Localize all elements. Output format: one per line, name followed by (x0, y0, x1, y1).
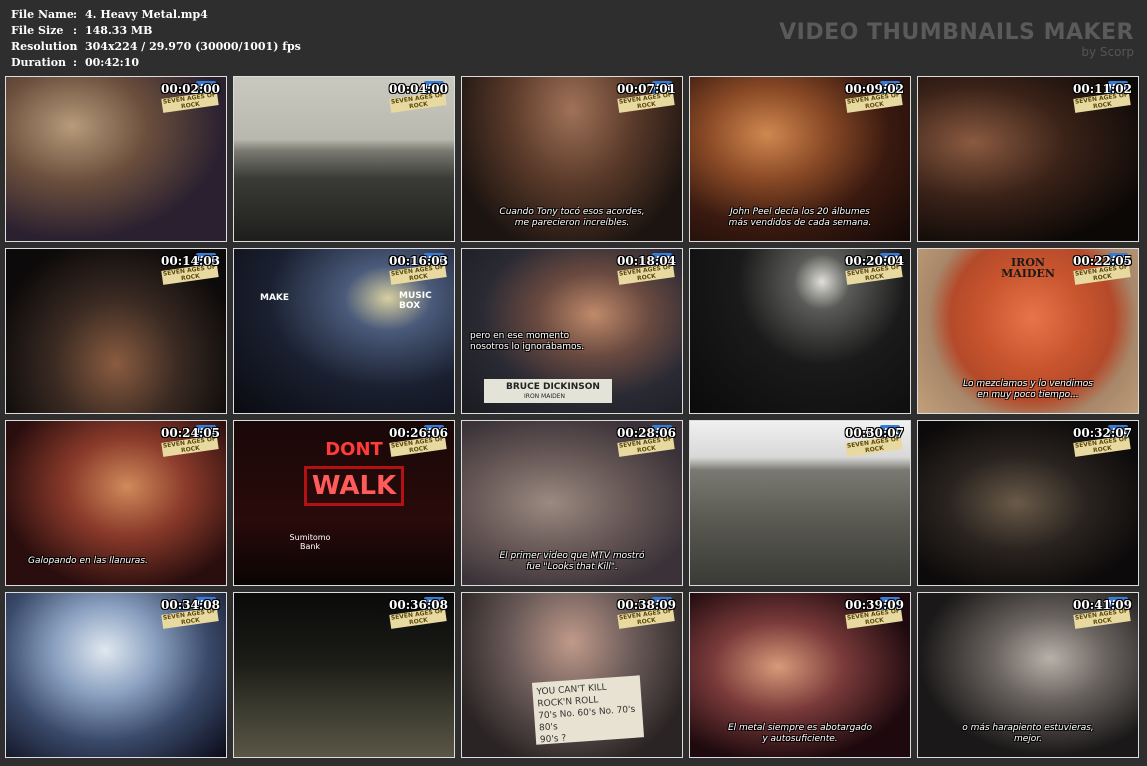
timestamp: 00:18:04 (617, 254, 676, 268)
header: File Name : 4. Heavy Metal.mp4 File Size… (0, 0, 1147, 74)
subtitle-caption: El primer video que MTV mostró fue "Look… (499, 551, 645, 572)
band-logo: IRON MAIDEN (1001, 256, 1055, 280)
file-name-value: 4. Heavy Metal.mp4 (85, 8, 208, 21)
resolution-value: 304x224 / 29.970 (30000/1001) fps (85, 40, 301, 53)
timestamp: 00:11:02 (1073, 82, 1132, 96)
shop-sign: MAKE (260, 293, 290, 303)
timestamp: 00:38:09 (617, 598, 676, 612)
video-thumbnail[interactable]: VH1 SEVEN AGES OF ROCK 00:11:02 (917, 76, 1139, 242)
video-thumbnail[interactable]: YOU CAN'T KILL ROCK'N ROLL 70's No. 60's… (461, 592, 683, 758)
brand-subtitle: by Scorp (1081, 45, 1134, 59)
brand-watermark: VIDEO THUMBNAILS MAKER by Scorp (779, 20, 1134, 58)
timestamp: 00:26:06 (389, 426, 448, 440)
file-name-label: File Name (11, 8, 74, 21)
video-thumbnail[interactable]: DONT WALK Sumitomo Bank VH1 SEVEN AGES OF RO… (233, 420, 455, 586)
lower-third-name: BRUCE DICKINSON (506, 382, 600, 392)
timestamp: 00:28:06 (617, 426, 676, 440)
subtitle-caption: Galopando en las llanuras. (28, 556, 148, 566)
file-info-row-duration: Duration : 00:42:10 (11, 56, 140, 69)
lower-third-role: IRON MAIDEN (524, 393, 566, 400)
shop-sign: MUSIC BOX (399, 291, 432, 311)
duration-label: Duration (11, 56, 67, 69)
subtitle-caption: o más harapiento estuvieras, mejor. (962, 723, 1094, 744)
video-thumbnail[interactable]: IRON MAIDEN VH1 SEVEN AGES OF ROCK 00:22:05… (917, 248, 1139, 414)
file-info: File Name : 4. Heavy Metal.mp4 File Size… (11, 7, 301, 71)
timestamp: 00:14:03 (161, 254, 220, 268)
file-size-value: 148.33 MB (85, 24, 153, 37)
timestamp: 00:24:05 (161, 426, 220, 440)
timestamp: 00:34:08 (161, 598, 220, 612)
timestamp: 00:32:07 (1073, 426, 1132, 440)
timestamp: 00:09:02 (845, 82, 904, 96)
subtitle-caption: Cuando Tony tocó esos acordes, me pareci… (499, 207, 645, 228)
timestamp: 00:04:00 (389, 82, 448, 96)
video-thumbnail[interactable]: VH1 SEVEN AGES OF ROCK 00:07:01 Cuando Tony… (461, 76, 683, 242)
video-thumbnail[interactable]: VH1 SEVEN AGES OF ROCK 00:34:08 (5, 592, 227, 758)
thumbnail-grid: VH1 SEVEN AGES OF ROCK 00:02:00 VH1 SEVEN AG… (5, 76, 1143, 762)
subtitle-caption: El metal siempre es abotargado y autosuf… (727, 723, 873, 744)
file-info-row-size: File Size : 148.33 MB (11, 24, 153, 37)
timestamp: 00:39:09 (845, 598, 904, 612)
subtitle-caption: pero en ese momento nosotros lo ignorába… (470, 331, 585, 352)
video-thumbnail[interactable]: VH1 SEVEN AGES OF ROCK 00:24:05 Galopando e… (5, 420, 227, 586)
video-thumbnail[interactable]: VH1 SEVEN AGES OF ROCK 00:28:06 El primer v… (461, 420, 683, 586)
video-thumbnail[interactable]: VH1 SEVEN AGES OF ROCK 00:41:09 o más harap… (917, 592, 1139, 758)
bank-logo-text: Sumitomo Bank (289, 533, 331, 551)
timestamp: 00:22:05 (1073, 254, 1132, 268)
video-thumbnail[interactable]: VH1 SEVEN AGES OF ROCK 00:39:09 El metal si… (689, 592, 911, 758)
file-info-row-name: File Name : 4. Heavy Metal.mp4 (11, 8, 208, 21)
timestamp: 00:36:08 (389, 598, 448, 612)
video-thumbnail[interactable]: VH1 SEVEN AGES OF ROCK 00:30:07 (689, 420, 911, 586)
timestamp: 00:02:00 (161, 82, 220, 96)
subtitle-caption: John Peel decía los 20 álbumes más vendi… (728, 207, 872, 228)
file-info-row-resolution: Resolution : 304x224 / 29.970 (30000/100… (11, 40, 301, 53)
video-thumbnail[interactable]: MAKE MUSIC BOX VH1 SEVEN AGES OF ROCK 00:16:… (233, 248, 455, 414)
name-lower-third: BRUCE DICKINSON IRON MAIDEN (484, 379, 612, 403)
timestamp: 00:41:09 (1073, 598, 1132, 612)
video-thumbnail[interactable]: VH1 SEVEN AGES OF ROCK 00:36:08 (233, 592, 455, 758)
video-thumbnail[interactable]: VH1 SEVEN AGES OF ROCK 00:04:00 (233, 76, 455, 242)
subtitle-caption: Lo mezclamos y lo vendimos en muy poco t… (963, 379, 1093, 400)
brand-title: VIDEO THUMBNAILS MAKER (779, 20, 1134, 45)
video-thumbnail[interactable]: VH1 SEVEN AGES OF ROCK 00:20:04 (689, 248, 911, 414)
video-thumbnail[interactable]: VH1 SEVEN AGES OF ROCK 00:02:00 (5, 76, 227, 242)
timestamp: 00:20:04 (845, 254, 904, 268)
video-thumbnail[interactable]: VH1 SEVEN AGES OF ROCK 00:14:03 (5, 248, 227, 414)
timestamp: 00:30:07 (845, 426, 904, 440)
file-size-label: File Size (11, 24, 64, 37)
video-thumbnail[interactable]: BRUCE DICKINSON IRON MAIDEN VH1 SEVEN AGES … (461, 248, 683, 414)
timestamp: 00:16:03 (389, 254, 448, 268)
resolution-label: Resolution (11, 40, 78, 53)
walk-sign-text: WALK (304, 466, 404, 506)
duration-value: 00:42:10 (85, 56, 140, 69)
video-thumbnail[interactable]: VH1 SEVEN AGES OF ROCK 00:09:02 John Peel d… (689, 76, 911, 242)
video-thumbnail[interactable]: VH1 SEVEN AGES OF ROCK 00:32:07 (917, 420, 1139, 586)
timestamp: 00:07:01 (617, 82, 676, 96)
protest-sign: YOU CAN'T KILL ROCK'N ROLL 70's No. 60's… (531, 675, 645, 745)
